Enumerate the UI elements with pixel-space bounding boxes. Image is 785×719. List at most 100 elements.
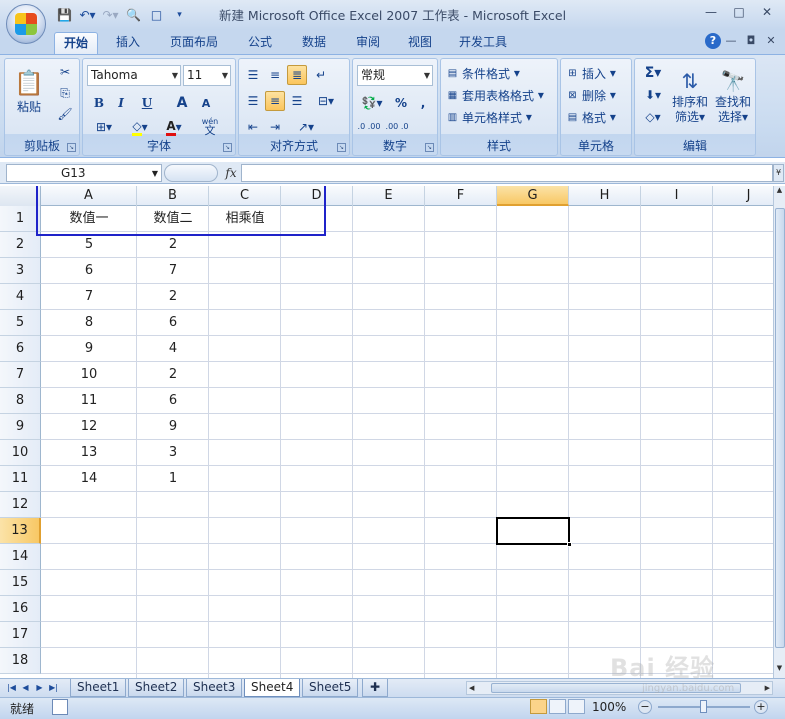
- cell-A10[interactable]: 13: [41, 440, 137, 466]
- cell-A6[interactable]: 9: [41, 336, 137, 362]
- paste-button[interactable]: 📋 粘贴: [11, 63, 47, 119]
- first-sheet-icon[interactable]: |◀: [6, 681, 17, 695]
- tab-data[interactable]: 数据: [292, 32, 336, 54]
- cell-B6[interactable]: 4: [137, 336, 209, 362]
- prev-sheet-icon[interactable]: ◀: [20, 681, 31, 695]
- format-cells-button[interactable]: ▤ 格式 ▾: [565, 107, 629, 127]
- percent-button[interactable]: %: [391, 93, 411, 113]
- autosum-button[interactable]: Σ ▾: [639, 63, 667, 83]
- row-header-9[interactable]: 9: [0, 414, 41, 440]
- next-sheet-icon[interactable]: ▶: [34, 681, 45, 695]
- cell-A5[interactable]: 8: [41, 310, 137, 336]
- scroll-down-icon[interactable]: ▼: [774, 664, 785, 676]
- vertical-scrollbar[interactable]: ▲ ▼: [773, 186, 785, 678]
- scroll-right-icon[interactable]: ▶: [765, 682, 770, 694]
- formula-input[interactable]: [241, 164, 773, 182]
- cell-B8[interactable]: 6: [137, 388, 209, 414]
- close-button[interactable]: ✕: [753, 2, 781, 22]
- decrease-indent-icon[interactable]: ⇤: [243, 117, 263, 137]
- align-right-icon[interactable]: ☰: [287, 91, 307, 111]
- fill-handle[interactable]: [567, 542, 572, 547]
- insert-cells-button[interactable]: ⊞ 插入 ▾: [565, 63, 629, 83]
- minimize-button[interactable]: —: [697, 2, 725, 22]
- cut-icon[interactable]: ✂: [55, 63, 75, 81]
- decrease-decimal-button[interactable]: .00 .0: [385, 117, 409, 137]
- launcher-icon[interactable]: ↘: [223, 143, 232, 152]
- cell-A4[interactable]: 7: [41, 284, 137, 310]
- sheet-tab-4[interactable]: Sheet4: [244, 679, 301, 697]
- cell-styles-button[interactable]: ▥ 单元格样式 ▾: [445, 107, 553, 127]
- zoom-level[interactable]: 100%: [592, 700, 626, 714]
- currency-icon[interactable]: 💱▾: [357, 93, 387, 113]
- wrap-text-icon[interactable]: ↵: [311, 65, 331, 85]
- find-select-button[interactable]: 🔭 查找和 选择▾: [713, 63, 753, 129]
- font-color-icon[interactable]: A ▾: [159, 117, 189, 137]
- tab-view[interactable]: 视图: [398, 32, 442, 54]
- align-top-icon[interactable]: ☰: [243, 65, 263, 85]
- row-header-4[interactable]: 4: [0, 284, 41, 310]
- row-header-14[interactable]: 14: [0, 544, 41, 570]
- last-sheet-icon[interactable]: ▶|: [48, 681, 59, 695]
- tab-insert[interactable]: 插入: [108, 32, 148, 54]
- macro-record-icon[interactable]: [52, 699, 68, 715]
- sort-filter-button[interactable]: ⇅ 排序和 筛选▾: [671, 63, 709, 129]
- row-header-2[interactable]: 2: [0, 232, 41, 258]
- cell-B11[interactable]: 1: [137, 466, 209, 492]
- phonetic-button[interactable]: wén 文: [195, 115, 225, 137]
- cell-B9[interactable]: 9: [137, 414, 209, 440]
- align-center-icon[interactable]: ≡: [265, 91, 285, 111]
- sheet-tab-2[interactable]: Sheet2: [128, 679, 185, 697]
- row-header-11[interactable]: 11: [0, 466, 41, 492]
- column-header-H[interactable]: H: [569, 186, 641, 206]
- fill-icon[interactable]: ⬇▾: [639, 85, 667, 105]
- column-header-F[interactable]: F: [425, 186, 497, 206]
- align-left-icon[interactable]: ☰: [243, 91, 263, 111]
- row-header-1[interactable]: 1: [0, 206, 41, 232]
- font-size-select[interactable]: 11 ▼: [183, 65, 231, 86]
- office-button[interactable]: [6, 4, 46, 44]
- vertical-scroll-thumb[interactable]: [775, 208, 785, 648]
- row-header-6[interactable]: 6: [0, 336, 41, 362]
- fill-color-icon[interactable]: ◇ ▾: [125, 117, 155, 137]
- row-header-16[interactable]: 16: [0, 596, 41, 622]
- row-header-15[interactable]: 15: [0, 570, 41, 596]
- column-header-E[interactable]: E: [353, 186, 425, 206]
- row-header-3[interactable]: 3: [0, 258, 41, 284]
- merge-center-icon[interactable]: ⊟▾: [311, 91, 341, 111]
- page-break-view-icon[interactable]: [568, 699, 585, 714]
- launcher-icon[interactable]: ↘: [67, 143, 76, 152]
- underline-button[interactable]: U: [133, 93, 161, 113]
- zoom-in-icon[interactable]: +: [754, 700, 768, 714]
- tab-page-layout[interactable]: 页面布局: [160, 32, 228, 54]
- increase-indent-icon[interactable]: ⇥: [265, 117, 285, 137]
- maximize-button[interactable]: □: [725, 2, 753, 22]
- format-painter-icon[interactable]: 🖌: [55, 105, 75, 123]
- worksheet-grid[interactable]: ABCDEFGHIJ 1 2 3 4 5 6 7 8 9 10 11 12 13 14 15 16 17 18 数…: [0, 186, 773, 678]
- cell-B3[interactable]: 7: [137, 258, 209, 284]
- name-box[interactable]: G13 ▼: [6, 164, 162, 182]
- row-header-18[interactable]: 18: [0, 648, 41, 674]
- normal-view-icon[interactable]: [530, 699, 547, 714]
- insert-function-icon[interactable]: fx: [222, 164, 240, 182]
- row-header-10[interactable]: 10: [0, 440, 41, 466]
- expand-formula-bar-icon[interactable]: ¥: [773, 164, 784, 182]
- tab-developer[interactable]: 开发工具: [450, 32, 516, 54]
- row-header-8[interactable]: 8: [0, 388, 41, 414]
- sheet-tab-5[interactable]: Sheet5: [302, 679, 359, 697]
- tab-home[interactable]: 开始: [54, 32, 98, 54]
- number-format-select[interactable]: 常规 ▼: [357, 65, 433, 86]
- column-header-G[interactable]: G: [497, 186, 569, 206]
- scroll-up-icon[interactable]: ▲: [774, 186, 785, 198]
- row-header-17[interactable]: 17: [0, 622, 41, 648]
- tab-formulas[interactable]: 公式: [238, 32, 282, 54]
- format-as-table-button[interactable]: ▦ 套用表格格式 ▾: [445, 85, 557, 105]
- cell-A3[interactable]: 6: [41, 258, 137, 284]
- orientation-icon[interactable]: ↗▾: [291, 117, 321, 137]
- comma-button[interactable]: ,: [413, 93, 433, 113]
- page-layout-view-icon[interactable]: [549, 699, 566, 714]
- sheet-tab-3[interactable]: Sheet3: [186, 679, 243, 697]
- cell-A7[interactable]: 10: [41, 362, 137, 388]
- border-icon[interactable]: ⊞▾: [89, 117, 119, 137]
- help-icon[interactable]: ?: [705, 33, 721, 49]
- row-header-12[interactable]: 12: [0, 492, 41, 518]
